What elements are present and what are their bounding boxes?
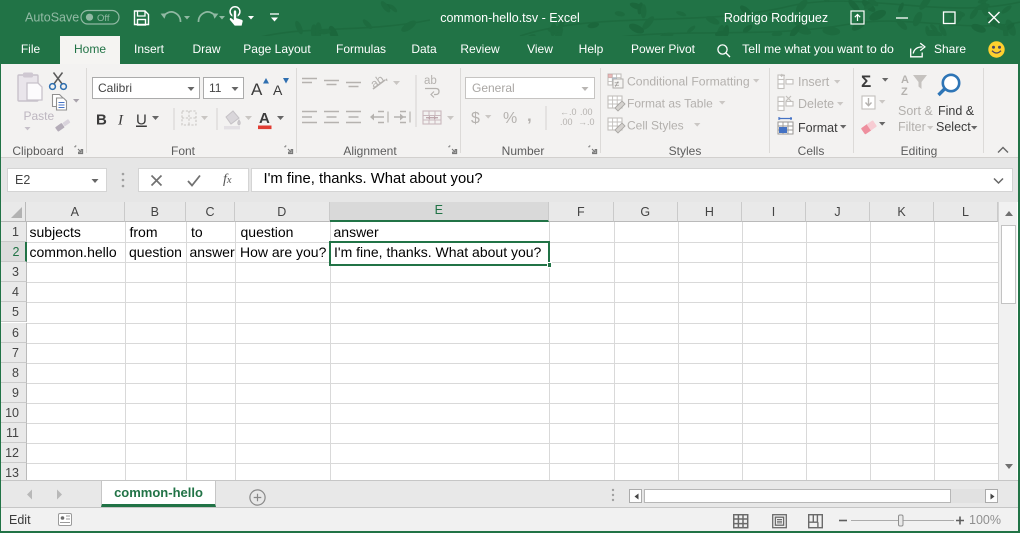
svg-text:ab: ab: [368, 75, 387, 91]
svg-text:≠: ≠: [615, 79, 620, 89]
svg-text:→.0: →.0: [578, 117, 595, 127]
svg-text:←.0: ←.0: [560, 107, 577, 117]
svg-text:%: %: [503, 110, 517, 127]
svg-text:.00: .00: [560, 117, 573, 127]
svg-text:AutoSave: AutoSave: [25, 11, 79, 25]
svg-text:Rodrigo Rodriguez: Rodrigo Rodriguez: [724, 11, 828, 25]
svg-text:A: A: [259, 110, 270, 127]
svg-text:.00: .00: [580, 107, 593, 117]
svg-text:Select: Select: [936, 120, 971, 134]
svg-text:ab: ab: [424, 75, 437, 87]
svg-text:Off: Off: [97, 13, 110, 24]
svg-text:Format as Table: Format as Table: [627, 97, 713, 111]
svg-text:B: B: [96, 112, 107, 129]
svg-text:Filter: Filter: [898, 120, 926, 134]
svg-text:U: U: [136, 112, 147, 129]
svg-text:Find &: Find &: [938, 104, 975, 118]
svg-text:Format: Format: [798, 121, 838, 135]
svg-text:Sort &: Sort &: [898, 104, 933, 118]
svg-text:A: A: [901, 74, 909, 86]
svg-text:Σ: Σ: [861, 72, 871, 91]
svg-text:Cell Styles: Cell Styles: [627, 119, 684, 133]
svg-text:A: A: [273, 82, 283, 98]
svg-text:Conditional Formatting: Conditional Formatting: [627, 75, 750, 89]
svg-text:A: A: [251, 80, 263, 99]
svg-text:Insert: Insert: [798, 75, 830, 89]
svg-text:,: ,: [527, 106, 532, 125]
svg-text:Delete: Delete: [798, 97, 834, 111]
svg-text:Paste: Paste: [24, 109, 55, 123]
svg-text:$: $: [471, 110, 480, 127]
svg-text:Z: Z: [901, 86, 908, 98]
svg-text:common-hello.tsv - Excel: common-hello.tsv - Excel: [440, 11, 580, 25]
svg-text:I: I: [117, 113, 124, 129]
